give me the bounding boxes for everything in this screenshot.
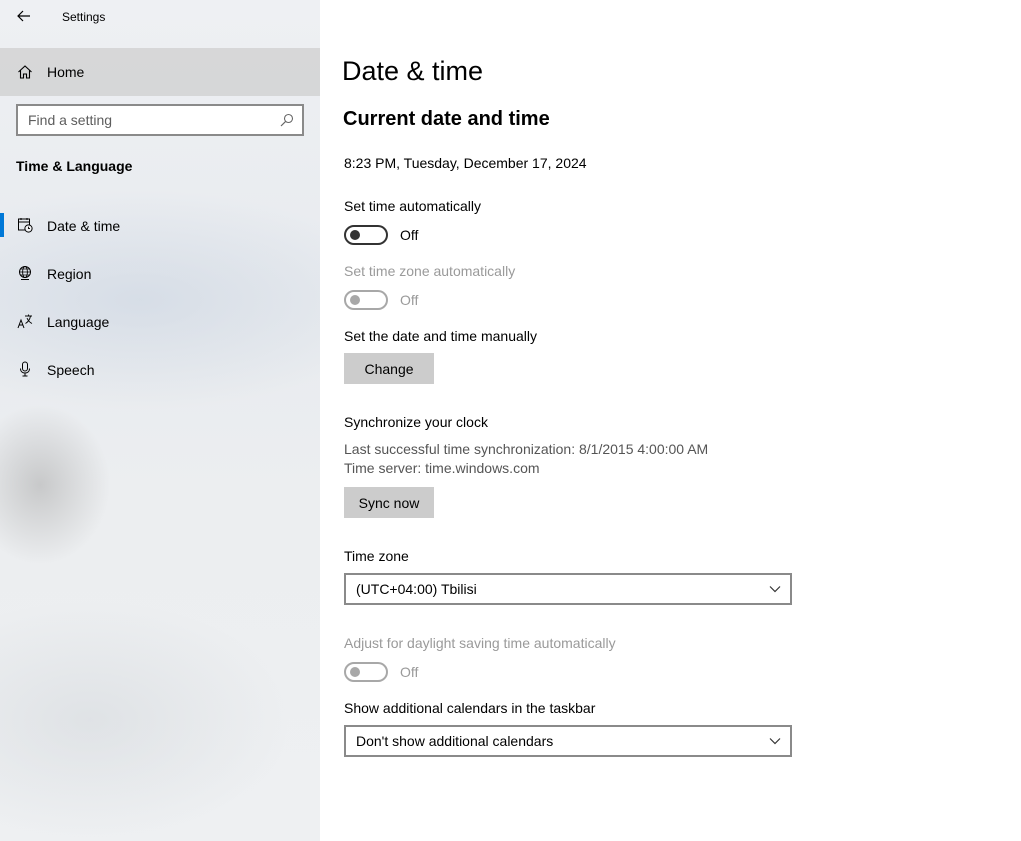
sidebar-section-title: Time & Language: [16, 158, 133, 174]
globe-icon: [19, 266, 31, 280]
sidebar: Settings Home Time & Language Date & tim…: [0, 0, 320, 841]
calendars-label: Show additional calendars in the taskbar: [344, 700, 596, 716]
toggle-knob: [350, 295, 360, 305]
search-icon[interactable]: [280, 113, 294, 127]
sidebar-item-speech[interactable]: Speech: [0, 349, 320, 389]
title-bar: Settings: [0, 0, 320, 34]
page-title: Date & time: [342, 56, 484, 86]
home-icon: [18, 65, 32, 79]
calendar-clock-icon: [18, 218, 33, 233]
toggle-state: Off: [400, 292, 419, 308]
sidebar-item-label: Language: [47, 314, 110, 330]
search-input[interactable]: [28, 112, 278, 128]
calendars-value: Don't show additional calendars: [356, 733, 554, 749]
dst-toggle: [344, 662, 388, 682]
toggle-knob: [350, 230, 360, 240]
calendars-select[interactable]: Don't show additional calendars: [344, 725, 792, 757]
app-title: Settings: [62, 10, 106, 24]
sidebar-item-home[interactable]: Home: [0, 48, 320, 96]
dst-label: Adjust for daylight saving time automati…: [344, 635, 616, 651]
toggle-state: Off: [400, 664, 419, 680]
sidebar-item-label: Date & time: [47, 218, 121, 234]
sidebar-item-language[interactable]: Language: [0, 301, 320, 341]
back-button[interactable]: [10, 4, 38, 28]
set-timezone-auto-toggle: [344, 290, 388, 310]
selected-indicator: [0, 213, 4, 237]
language-icon: [17, 314, 33, 329]
sidebar-item-date-time[interactable]: Date & time: [0, 205, 320, 245]
main-content: Date & time Current date and time 8:23 P…: [320, 0, 1021, 841]
chevron-down-icon: [769, 738, 781, 745]
set-time-auto-row: Off: [344, 225, 418, 245]
back-arrow-icon: [17, 10, 30, 22]
dst-row: Off: [344, 662, 418, 682]
manual-datetime-label: Set the date and time manually: [344, 328, 538, 344]
change-button[interactable]: Change: [344, 353, 434, 384]
chevron-down-icon: [769, 586, 781, 593]
sync-now-button[interactable]: Sync now: [344, 487, 434, 518]
set-timezone-auto-label: Set time zone automatically: [344, 263, 516, 279]
set-time-auto-label: Set time automatically: [344, 198, 481, 214]
time-server-text: Time server: time.windows.com: [344, 460, 540, 476]
sidebar-item-label: Home: [47, 64, 85, 80]
set-timezone-auto-row: Off: [344, 290, 418, 310]
current-datetime: 8:23 PM, Tuesday, December 17, 2024: [344, 155, 587, 171]
timezone-value: (UTC+04:00) Tbilisi: [356, 581, 477, 597]
toggle-knob: [350, 667, 360, 677]
search-box: [16, 104, 304, 136]
timezone-select[interactable]: (UTC+04:00) Tbilisi: [344, 573, 792, 605]
sidebar-item-label: Region: [47, 266, 92, 282]
sidebar-item-label: Speech: [47, 362, 95, 378]
section-title: Current date and time: [343, 108, 550, 130]
toggle-state: Off: [400, 227, 419, 243]
sidebar-item-region[interactable]: Region: [0, 253, 320, 293]
set-time-auto-toggle[interactable]: [344, 225, 388, 245]
sync-clock-label: Synchronize your clock: [344, 414, 488, 430]
timezone-label: Time zone: [344, 548, 409, 564]
microphone-icon: [20, 361, 30, 377]
last-sync-text: Last successful time synchronization: 8/…: [344, 441, 709, 457]
